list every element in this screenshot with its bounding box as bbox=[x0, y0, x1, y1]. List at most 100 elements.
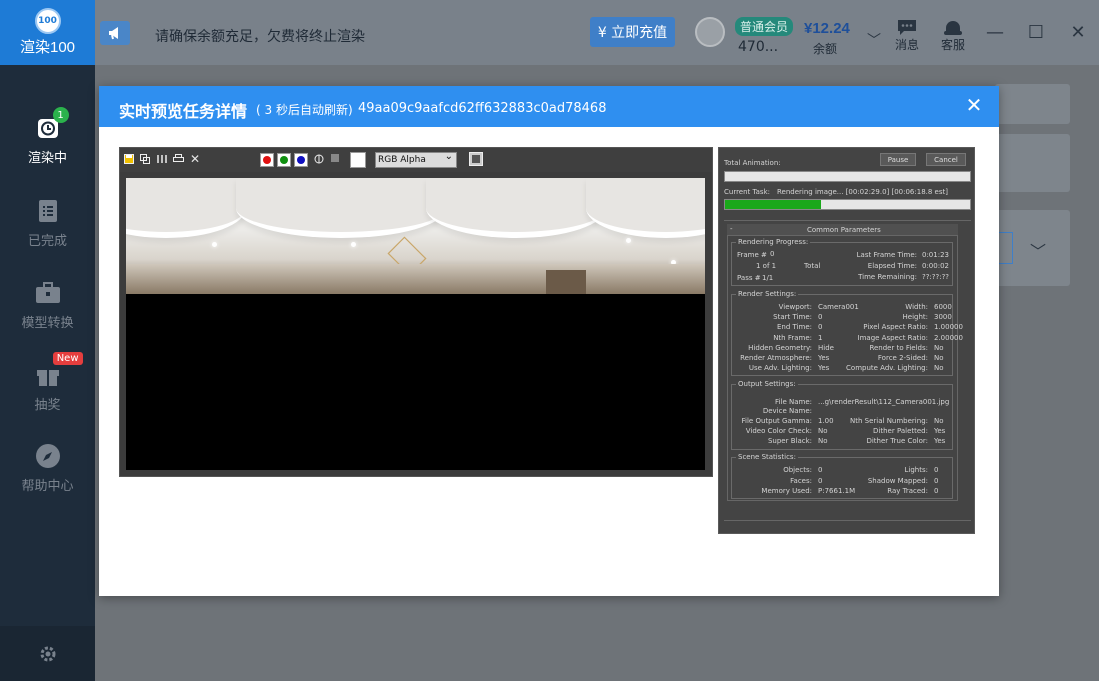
compass-icon bbox=[35, 443, 61, 469]
background-panel bbox=[995, 134, 1070, 192]
monochrome-icon[interactable] bbox=[331, 154, 341, 164]
param-label: Hidden Geometry: bbox=[748, 343, 812, 352]
param-label: Shadow Mapped: bbox=[867, 476, 928, 485]
param-label: Video Color Check: bbox=[745, 427, 812, 435]
messages-label: 消息 bbox=[894, 38, 919, 52]
last-frame-value: 0:01:23 bbox=[922, 251, 949, 259]
balance-amount: ¥12.24 bbox=[804, 20, 850, 37]
red-channel-toggle[interactable] bbox=[260, 153, 274, 167]
current-task-label: Current Task: bbox=[724, 188, 770, 196]
param-value: 0 bbox=[818, 323, 823, 332]
param-value: No bbox=[818, 427, 828, 435]
sidebar-item-label: 帮助中心 bbox=[21, 479, 74, 494]
track-icon[interactable] bbox=[156, 154, 167, 164]
task-id: 49aa09c9aafcd62ff632883c0ad78468 bbox=[358, 101, 607, 116]
color-swatch[interactable] bbox=[350, 152, 366, 168]
param-value: No bbox=[934, 417, 944, 425]
alpha-icon[interactable] bbox=[314, 154, 324, 164]
param-value: Yes bbox=[934, 437, 946, 445]
modal-title: 实时预览任务详情 bbox=[119, 102, 248, 121]
save-icon[interactable] bbox=[124, 154, 134, 164]
channel-select[interactable]: RGB Alpha bbox=[375, 150, 457, 168]
rendering-count-badge: 1 bbox=[52, 107, 69, 123]
settings-button[interactable] bbox=[0, 626, 95, 681]
param-label: Force 2-Sided: bbox=[877, 354, 928, 362]
new-badge: New bbox=[52, 352, 83, 365]
param-label: Viewport: bbox=[778, 303, 812, 311]
print-icon[interactable] bbox=[173, 154, 184, 164]
group-title: Scene Statistics: bbox=[736, 453, 798, 461]
sidebar-item-help[interactable]: 帮助中心 bbox=[0, 443, 95, 513]
app-logo[interactable]: 100 渲染100 bbox=[0, 0, 95, 65]
param-label: Pixel Aspect Ratio: bbox=[863, 323, 928, 332]
chevron-down-icon[interactable]: ﹀ bbox=[867, 30, 881, 50]
member-level-badge: 普通会员 bbox=[735, 17, 794, 36]
balance-notice: 请确保余额充足，欠费将终止渲染 bbox=[155, 29, 365, 45]
messages-button[interactable]: 消息 bbox=[887, 18, 927, 53]
background-dropdown bbox=[998, 232, 1013, 264]
param-value: 1 bbox=[818, 333, 823, 342]
param-value: Yes bbox=[818, 354, 830, 362]
frame-buffer-window: ✕ RGB Alpha bbox=[119, 147, 713, 477]
param-value: 6000 bbox=[934, 303, 952, 311]
pause-button[interactable]: Pause bbox=[880, 153, 916, 166]
window-close-icon[interactable]: ✕ bbox=[1066, 20, 1090, 44]
rollout-header[interactable]: - Common Parameters bbox=[727, 224, 958, 236]
sidebar-item-model-convert[interactable]: 模型转换 bbox=[0, 280, 95, 350]
param-value: No bbox=[934, 364, 944, 373]
sidebar: 100 渲染100 1 渲染中 已完成 模型转换 New 抽奖 帮助中心 bbox=[0, 0, 95, 681]
maximize-icon[interactable]: ☐ bbox=[1024, 20, 1048, 44]
total-label: Total bbox=[804, 262, 821, 270]
render-progress-panel: Total Animation: Pause Cancel Current Ta… bbox=[718, 147, 975, 534]
param-label: Use Adv. Lighting: bbox=[748, 364, 812, 373]
recharge-button[interactable]: ¥ 立即充值 bbox=[590, 17, 675, 47]
megaphone-icon bbox=[100, 21, 130, 45]
param-label: Compute Adv. Lighting: bbox=[846, 364, 928, 373]
param-value: P:7661.1M bbox=[818, 487, 856, 495]
param-label: End Time: bbox=[776, 323, 812, 332]
gift-icon: New bbox=[35, 352, 83, 388]
blue-channel-toggle[interactable] bbox=[294, 153, 308, 167]
modal-body: ✕ RGB Alpha ⌄ Total Animation: Pause Can… bbox=[119, 127, 979, 576]
sidebar-item-rendering[interactable]: 1 渲染中 bbox=[0, 107, 95, 185]
sidebar-item-completed[interactable]: 已完成 bbox=[0, 198, 95, 268]
divider bbox=[724, 220, 971, 221]
refresh-note: ( 3 秒后自动刷新) bbox=[256, 103, 353, 117]
sidebar-item-label: 抽奖 bbox=[34, 398, 61, 413]
background-panel bbox=[995, 84, 1070, 124]
customer-service-button[interactable]: 客服 bbox=[933, 18, 973, 53]
logo-text: 渲染100 bbox=[19, 39, 76, 56]
headset-icon bbox=[944, 21, 962, 35]
param-value: Yes bbox=[934, 427, 946, 435]
group-title: Rendering Progress: bbox=[736, 238, 811, 246]
render-settings-group: Render Settings: Viewport: Camera001 Width… bbox=[731, 290, 963, 376]
clear-icon[interactable]: ✕ bbox=[190, 153, 200, 165]
render-preview-image bbox=[126, 178, 705, 470]
param-value: Yes bbox=[818, 364, 830, 373]
param-label: Dither True Color: bbox=[866, 437, 928, 445]
param-value: Hide bbox=[818, 343, 834, 352]
param-label: File Output Gamma: bbox=[741, 417, 812, 425]
file-name-label: File Name: bbox=[775, 398, 812, 406]
close-icon[interactable]: ✕ bbox=[963, 93, 985, 117]
param-label: Nth Frame: bbox=[773, 333, 812, 342]
param-value: 1.00 bbox=[818, 417, 834, 425]
modal-header: 实时预览任务详情 ( 3 秒后自动刷新) 49aa09c9aafcd62ff63… bbox=[99, 86, 999, 127]
file-name-value: ...g\renderResult\112_Camera001.jpg bbox=[818, 398, 950, 406]
total-progress-bar bbox=[724, 171, 971, 182]
gear-icon bbox=[40, 646, 55, 661]
param-label: Image Aspect Ratio: bbox=[857, 333, 928, 342]
param-value: 0 bbox=[934, 487, 939, 495]
last-frame-label: Last Frame Time: bbox=[856, 251, 917, 259]
clone-icon[interactable] bbox=[140, 154, 150, 164]
avatar[interactable] bbox=[695, 17, 725, 47]
green-channel-toggle[interactable] bbox=[277, 153, 291, 167]
divider bbox=[724, 520, 971, 521]
cancel-button[interactable]: Cancel bbox=[926, 153, 966, 166]
clock-icon: 1 bbox=[35, 107, 69, 141]
param-label: Render to Fields: bbox=[869, 343, 928, 352]
param-value: 0 bbox=[818, 476, 823, 485]
sidebar-item-lottery[interactable]: New 抽奖 bbox=[0, 352, 95, 432]
minimize-icon[interactable]: — bbox=[983, 20, 1007, 44]
display-toggle-icon[interactable] bbox=[469, 152, 483, 166]
